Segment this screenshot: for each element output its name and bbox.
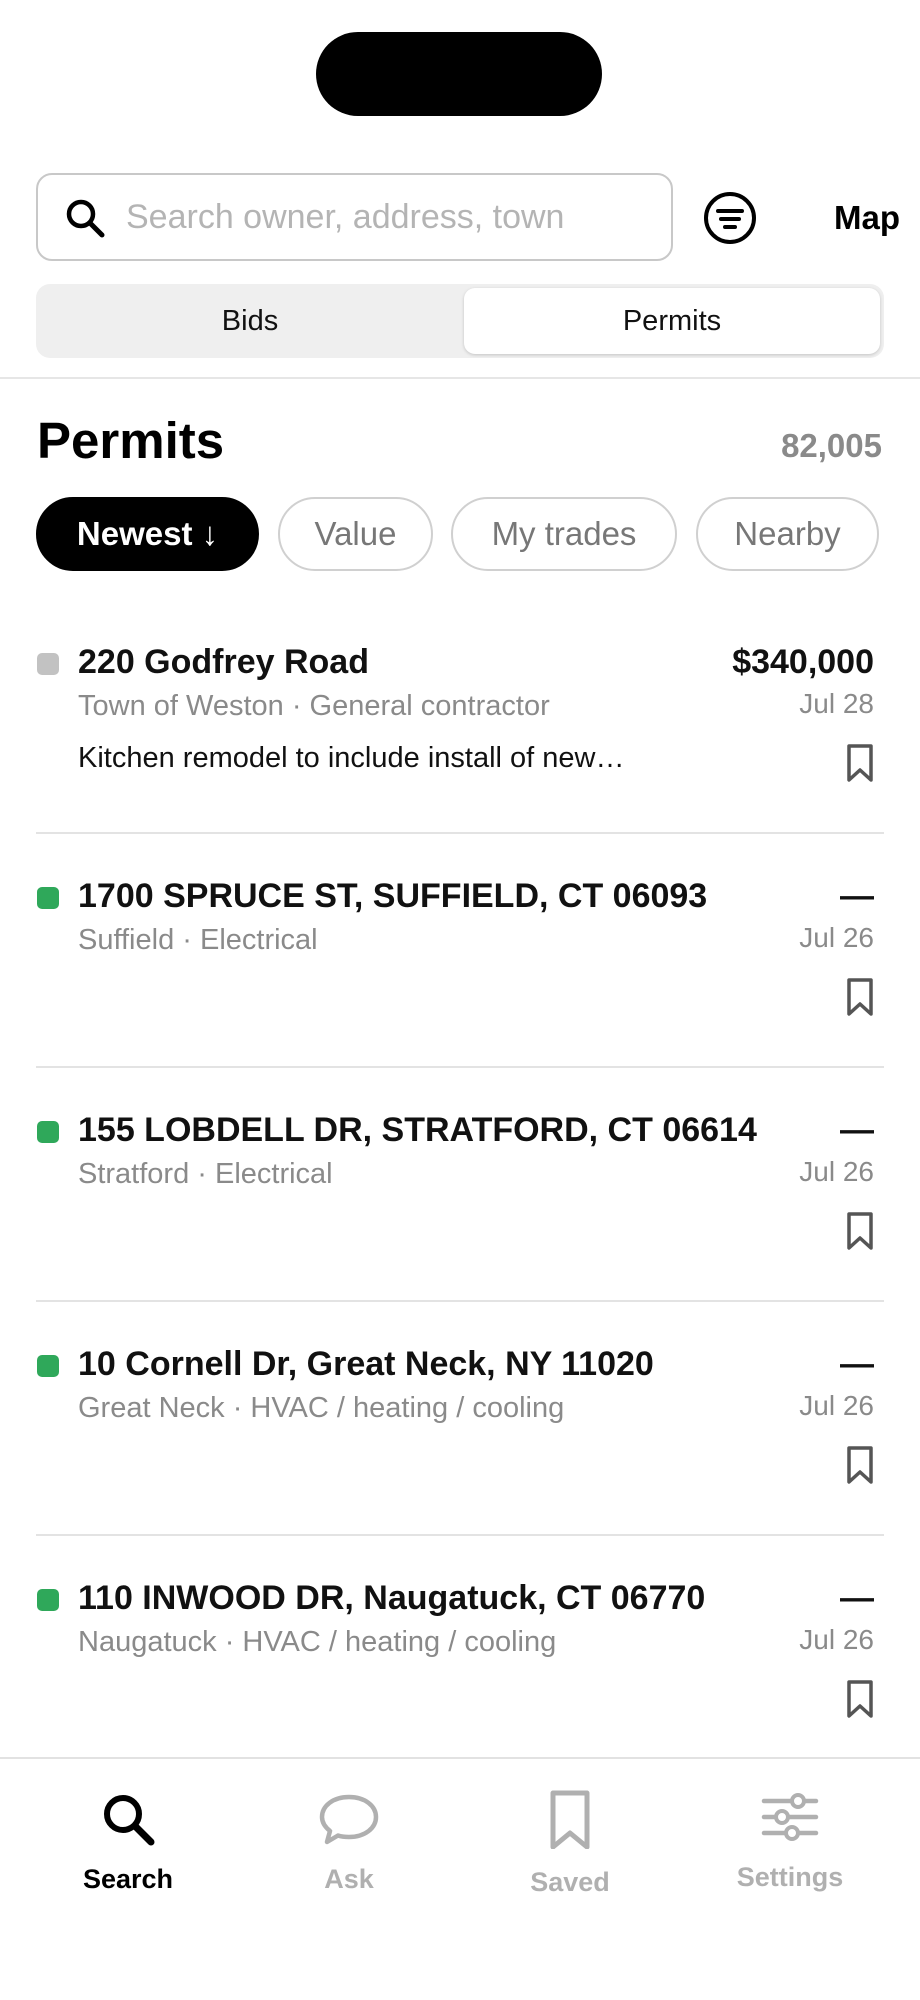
search-icon xyxy=(104,1795,155,1846)
permit-meta: Suffield · Electrical xyxy=(78,924,318,956)
permit-address: 220 Godfrey Road xyxy=(78,643,369,681)
tab-ask[interactable]: Ask xyxy=(249,1789,449,1919)
permit-date: Jul 26 xyxy=(799,1156,874,1187)
permit-row[interactable]: 110 INWOOD DR, Naugatuck, CT 06770 Nauga… xyxy=(0,1536,920,1770)
search-field-container[interactable] xyxy=(36,173,673,261)
permit-address: 1700 SPRUCE ST, SUFFIELD, CT 06093 xyxy=(78,877,708,915)
permit-date: Jul 26 xyxy=(799,922,874,953)
tab-label: Settings xyxy=(736,1862,844,1892)
dynamic-island xyxy=(316,32,602,116)
search-input[interactable] xyxy=(126,175,656,259)
segment-permits[interactable]: Permits xyxy=(464,288,880,354)
bookmark-icon[interactable] xyxy=(846,1679,874,1719)
permit-description: Kitchen remodel to include install of ne… xyxy=(78,742,625,774)
permit-date: Jul 28 xyxy=(799,688,874,719)
bookmark-icon xyxy=(550,1790,590,1849)
status-dot xyxy=(37,1589,59,1611)
status-dot xyxy=(37,1121,59,1143)
status-dot xyxy=(37,653,59,675)
permit-value: — xyxy=(840,1579,874,1617)
permit-row[interactable]: 155 LOBDELL DR, STRATFORD, CT 06614 Stra… xyxy=(0,1068,920,1302)
tab-search[interactable]: Search xyxy=(28,1789,228,1919)
status-dot xyxy=(37,887,59,909)
permit-meta: Naugatuck · HVAC / heating / cooling xyxy=(78,1626,557,1658)
tab-label: Search xyxy=(82,1864,174,1894)
bookmark-icon[interactable] xyxy=(846,1445,874,1485)
permit-meta: Stratford · Electrical xyxy=(78,1158,333,1190)
app-screen: Map Bids Permits Permits 82,005 Newest ↓… xyxy=(0,0,920,2000)
segment-bids[interactable]: Bids xyxy=(40,288,460,354)
permit-value: — xyxy=(840,877,874,915)
status-dot xyxy=(37,1355,59,1377)
sort-chip-value[interactable]: Value xyxy=(278,497,433,571)
bookmark-icon[interactable] xyxy=(846,743,874,783)
permit-meta: Town of Weston · General contractor xyxy=(78,690,550,722)
permit-value: — xyxy=(840,1111,874,1149)
bookmark-icon[interactable] xyxy=(846,1211,874,1251)
map-button[interactable]: Map xyxy=(800,193,900,243)
chat-bubble-icon xyxy=(319,1794,379,1845)
permit-address: 110 INWOOD DR, Naugatuck, CT 06770 xyxy=(78,1579,706,1617)
result-count: 82,005 xyxy=(781,427,882,464)
permit-row[interactable]: 1700 SPRUCE ST, SUFFIELD, CT 06093 Suffi… xyxy=(0,834,920,1068)
permit-address: 10 Cornell Dr, Great Neck, NY 11020 xyxy=(78,1345,654,1383)
tab-label: Saved xyxy=(530,1867,610,1897)
permit-list: 220 Godfrey Road Town of Weston · Genera… xyxy=(0,600,920,1770)
tab-settings[interactable]: Settings xyxy=(690,1789,890,1919)
bids-permits-segmented-control: Bids Permits xyxy=(36,284,884,358)
permit-meta: Great Neck · HVAC / heating / cooling xyxy=(78,1392,565,1424)
sort-chip-nearby[interactable]: Nearby xyxy=(696,497,879,571)
search-icon xyxy=(66,199,105,238)
permit-value: $340,000 xyxy=(732,643,874,681)
permit-value: — xyxy=(840,1345,874,1383)
tab-label: Ask xyxy=(324,1864,374,1894)
header-divider xyxy=(0,377,920,379)
sort-chip-newest[interactable]: Newest ↓ xyxy=(36,497,259,571)
bottom-tab-bar: Search Ask Saved Settings xyxy=(0,1757,920,2000)
permit-row[interactable]: 220 Godfrey Road Town of Weston · Genera… xyxy=(0,600,920,834)
page-title: Permits xyxy=(37,412,225,469)
sort-chip-my-trades[interactable]: My trades xyxy=(451,497,677,571)
permit-address: 155 LOBDELL DR, STRATFORD, CT 06614 xyxy=(78,1111,757,1149)
sliders-icon xyxy=(761,1793,819,1841)
permit-date: Jul 26 xyxy=(799,1390,874,1421)
filter-icon[interactable] xyxy=(702,190,758,246)
bookmark-icon[interactable] xyxy=(846,977,874,1017)
permit-date: Jul 26 xyxy=(799,1624,874,1655)
tab-saved[interactable]: Saved xyxy=(470,1789,670,1919)
permit-row[interactable]: 10 Cornell Dr, Great Neck, NY 11020 Grea… xyxy=(0,1302,920,1536)
